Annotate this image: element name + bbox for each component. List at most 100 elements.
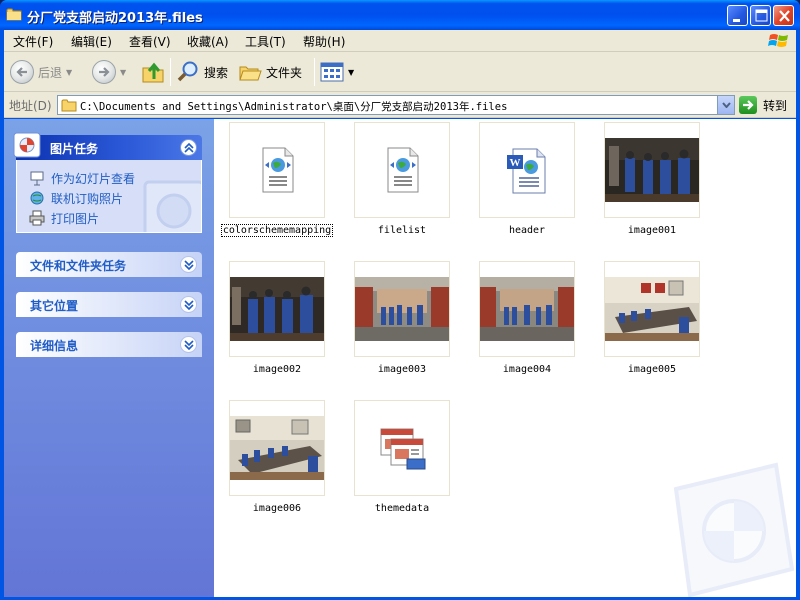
file-item-image002[interactable]: image002 bbox=[217, 261, 327, 381]
title-bar[interactable]: 分厂党支部启动2013年.files bbox=[0, 0, 800, 30]
photo-meeting-room bbox=[230, 416, 324, 480]
file-name: image003 bbox=[377, 364, 427, 375]
forward-arrow-icon bbox=[92, 60, 116, 84]
file-item-image004[interactable]: image004 bbox=[467, 261, 577, 381]
close-icon bbox=[779, 10, 790, 22]
search-label: 搜索 bbox=[204, 65, 229, 80]
file-thumbnail bbox=[229, 400, 325, 496]
chevron-up-icon[interactable] bbox=[180, 139, 197, 156]
folders-button[interactable]: 文件夹 bbox=[238, 56, 302, 88]
details-header[interactable]: 详细信息 bbox=[16, 332, 202, 357]
file-name: image004 bbox=[502, 364, 552, 375]
theme-file-icon bbox=[380, 428, 426, 470]
picture-tasks-title: 图片任务 bbox=[50, 142, 99, 156]
xml-web-file-icon bbox=[262, 147, 294, 193]
up-folder-icon bbox=[142, 62, 164, 83]
file-folder-tasks-panel: 文件和文件夹任务 bbox=[16, 252, 202, 277]
task-order-prints-label: 联机订购照片 bbox=[51, 191, 124, 206]
file-item-colorschememapping[interactable]: colorschememapping bbox=[217, 122, 334, 242]
file-item-image001[interactable]: image001 bbox=[592, 122, 702, 242]
picture-tasks-panel: 图片任务 作为幻灯片查看 联机订购照片 打印图片 bbox=[13, 132, 202, 233]
back-label: 后退 bbox=[38, 65, 63, 80]
forward-dropdown-icon[interactable]: ▼ bbox=[120, 68, 126, 77]
menu-bar: 文件(F) 编辑(E) 查看(V) 收藏(A) 工具(T) 帮助(H) bbox=[4, 30, 796, 52]
file-thumbnail bbox=[354, 261, 450, 357]
file-name: colorschememapping bbox=[220, 224, 334, 237]
menu-file[interactable]: 文件(F) bbox=[13, 33, 53, 50]
file-folder-tasks-header[interactable]: 文件和文件夹任务 bbox=[16, 252, 202, 277]
up-folder-button[interactable] bbox=[140, 56, 166, 88]
menu-edit[interactable]: 编辑(E) bbox=[71, 33, 112, 50]
menu-view[interactable]: 查看(V) bbox=[129, 33, 171, 50]
chevron-down-icon[interactable] bbox=[180, 336, 197, 353]
file-thumbnail bbox=[604, 261, 700, 357]
details-panel: 详细信息 bbox=[16, 332, 202, 357]
photo-workers-in-uniform bbox=[230, 277, 324, 341]
windows-logo-icon bbox=[768, 34, 788, 47]
file-item-image003[interactable]: image003 bbox=[342, 261, 452, 381]
folders-label: 文件夹 bbox=[266, 65, 303, 80]
file-item-filelist[interactable]: filelist bbox=[342, 122, 452, 242]
other-places-panel: 其它位置 bbox=[16, 292, 202, 317]
picture-tasks-icon bbox=[13, 132, 41, 158]
file-name: themedata bbox=[374, 503, 430, 514]
chevron-down-icon[interactable] bbox=[180, 256, 197, 273]
menu-tools[interactable]: 工具(T) bbox=[245, 33, 286, 50]
views-button[interactable]: ▼ bbox=[320, 56, 354, 88]
photo-exhibition-hall bbox=[480, 277, 574, 341]
picture-tasks-body: 作为幻灯片查看 联机订购照片 打印图片 bbox=[16, 160, 202, 233]
go-arrow-icon bbox=[739, 96, 757, 114]
maximize-button[interactable] bbox=[750, 5, 771, 26]
file-item-themedata[interactable]: themedata bbox=[342, 400, 452, 520]
toolbar-separator bbox=[170, 58, 171, 86]
address-dropdown-button[interactable] bbox=[717, 96, 734, 114]
back-arrow-icon bbox=[10, 60, 34, 84]
file-item-image005[interactable]: image005 bbox=[592, 261, 702, 381]
file-thumbnail bbox=[604, 122, 700, 218]
menu-help[interactable]: 帮助(H) bbox=[303, 33, 345, 50]
minimize-button[interactable] bbox=[727, 5, 748, 26]
printer-icon bbox=[29, 210, 45, 226]
window-title: 分厂党支部启动2013年.files bbox=[27, 11, 203, 26]
folder-icon bbox=[61, 99, 77, 112]
folders-icon bbox=[239, 66, 262, 81]
other-places-header[interactable]: 其它位置 bbox=[16, 292, 202, 317]
maximize-icon bbox=[755, 9, 768, 22]
chevron-down-icon bbox=[721, 102, 731, 108]
forward-button[interactable]: ▼ bbox=[92, 56, 126, 88]
search-button[interactable]: 搜索 bbox=[176, 56, 228, 88]
address-input[interactable]: C:\Documents and Settings\Administrator\… bbox=[57, 95, 735, 115]
close-button[interactable] bbox=[773, 5, 794, 26]
chevron-down-icon[interactable] bbox=[180, 296, 197, 313]
file-name: image002 bbox=[252, 364, 302, 375]
file-thumbnail bbox=[229, 261, 325, 357]
file-name: image005 bbox=[627, 364, 677, 375]
minimize-icon bbox=[733, 19, 740, 22]
back-dropdown-icon[interactable]: ▼ bbox=[66, 68, 72, 77]
file-item-header[interactable]: W header bbox=[467, 122, 577, 242]
views-dropdown-icon[interactable]: ▼ bbox=[348, 68, 354, 77]
address-label: 地址(D) bbox=[9, 99, 52, 113]
file-thumbnail bbox=[229, 122, 325, 218]
slideshow-icon bbox=[30, 171, 44, 186]
file-item-image006[interactable]: image006 bbox=[217, 400, 327, 520]
svg-text:W: W bbox=[510, 157, 521, 169]
picture-tasks-header[interactable]: 图片任务 bbox=[13, 132, 202, 160]
file-thumbnail: W bbox=[479, 122, 575, 218]
go-button[interactable]: 转到 bbox=[739, 95, 787, 115]
folder-icon bbox=[6, 8, 22, 21]
file-name: filelist bbox=[377, 225, 427, 236]
photo-exhibition-hall bbox=[355, 277, 449, 341]
address-path: C:\Documents and Settings\Administrator\… bbox=[80, 101, 508, 113]
address-bar: 地址(D) C:\Documents and Settings\Administ… bbox=[4, 92, 796, 118]
other-places-title: 其它位置 bbox=[30, 299, 79, 313]
back-button[interactable]: 后退 ▼ bbox=[10, 56, 72, 88]
explorer-window: 分厂党支部启动2013年.files 文件(F) 编辑(E) 查看(V) 收藏(… bbox=[0, 0, 800, 600]
file-thumbnail bbox=[354, 400, 450, 496]
details-title: 详细信息 bbox=[30, 339, 79, 353]
menu-favorites[interactable]: 收藏(A) bbox=[187, 33, 229, 50]
xml-web-file-icon bbox=[387, 147, 419, 193]
picture-watermark-icon bbox=[143, 180, 201, 232]
photo-workers-in-uniform bbox=[605, 138, 699, 202]
toolbar: 后退 ▼ ▼ 搜索 文件夹 ▼ bbox=[4, 52, 796, 92]
